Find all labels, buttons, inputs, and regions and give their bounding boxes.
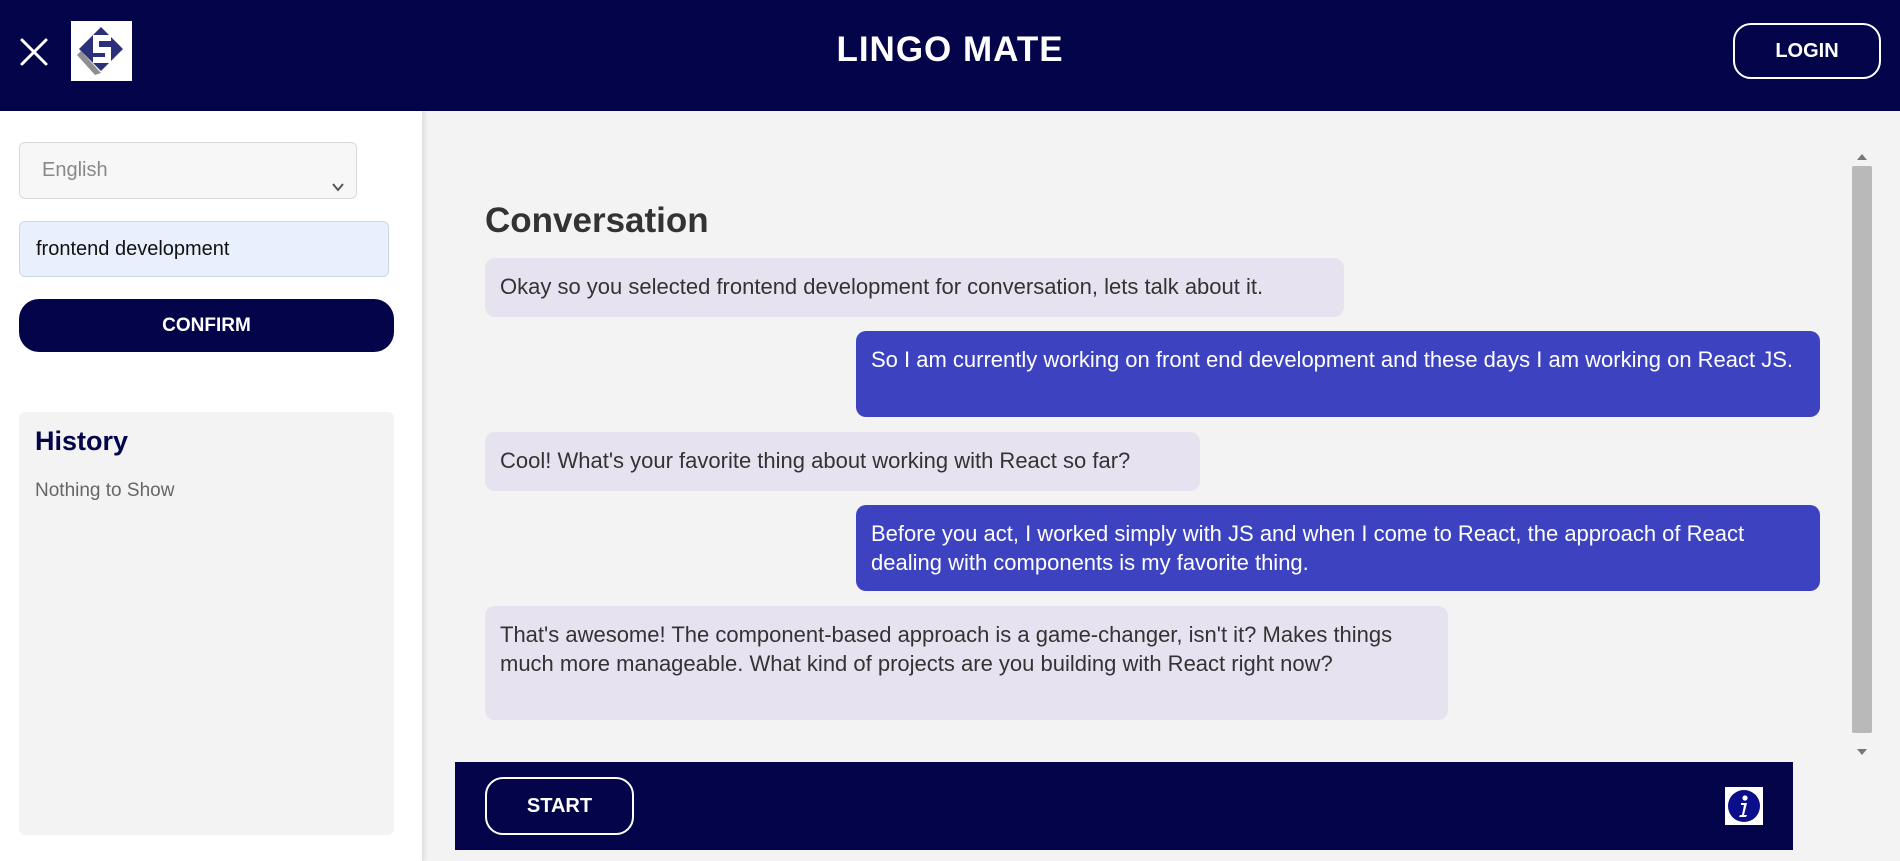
sidebar: English frontend development CONFIRM His… — [0, 111, 423, 861]
message-user: So I am currently working on front end d… — [856, 331, 1820, 417]
history-empty-text: Nothing to Show — [35, 480, 175, 501]
chevron-down-icon — [330, 162, 346, 192]
message-bot: Okay so you selected frontend developmen… — [485, 258, 1344, 317]
conversation-title: Conversation — [485, 201, 709, 240]
scroll-down-arrow-icon[interactable] — [1855, 744, 1869, 755]
scroll-up-arrow-icon[interactable] — [1855, 149, 1869, 160]
topic-input[interactable]: frontend development — [19, 221, 389, 277]
app-title: LINGO MATE — [836, 30, 1064, 69]
app-header: LINGO MATE LOGIN — [0, 0, 1900, 111]
language-select[interactable]: English — [19, 142, 357, 199]
scrollbar-thumb[interactable] — [1852, 166, 1872, 733]
login-button[interactable]: LOGIN — [1733, 23, 1881, 79]
conversation-footer: START — [455, 762, 1793, 850]
info-icon[interactable] — [1725, 787, 1763, 825]
confirm-button[interactable]: CONFIRM — [19, 299, 394, 352]
language-select-value: English — [42, 159, 108, 181]
history-panel: History Nothing to Show — [19, 412, 394, 835]
start-button[interactable]: START — [485, 777, 634, 835]
message-user: Before you act, I worked simply with JS … — [856, 505, 1820, 591]
history-title: History — [35, 426, 129, 456]
message-bot: Cool! What's your favorite thing about w… — [485, 432, 1200, 491]
message-bot: That's awesome! The component-based appr… — [485, 606, 1448, 720]
